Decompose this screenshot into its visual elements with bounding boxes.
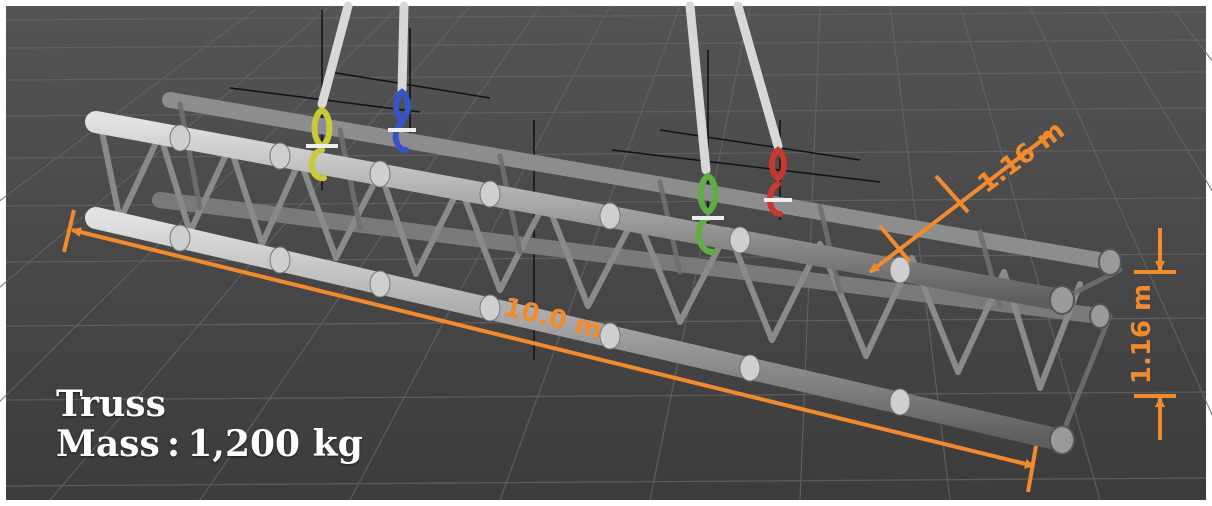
caption-mass: Mass : 1,200 kg	[56, 423, 363, 465]
height-dimension-label: 1.16 m	[1127, 284, 1157, 384]
caption-title: Truss	[56, 383, 166, 425]
